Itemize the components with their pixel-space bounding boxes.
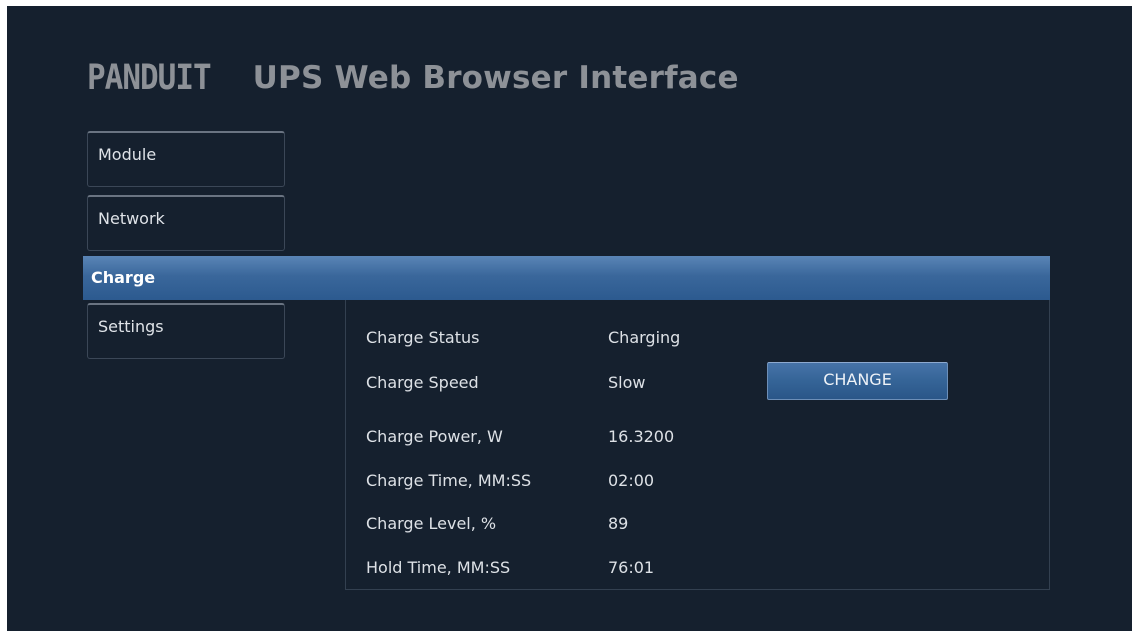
tab-module[interactable]: Module bbox=[87, 131, 285, 187]
charge-power-value: 16.3200 bbox=[608, 427, 675, 446]
tab-module-label: Module bbox=[98, 145, 157, 164]
header: PANDUIT UPS Web Browser Interface bbox=[87, 58, 739, 98]
change-button[interactable]: CHANGE bbox=[767, 362, 948, 400]
tab-network[interactable]: Network bbox=[87, 195, 285, 251]
hold-time-value: 76:01 bbox=[608, 558, 655, 577]
tab-charge-label: Charge bbox=[91, 268, 156, 287]
charge-power-label: Charge Power, W bbox=[366, 427, 503, 446]
charge-speed-value: Slow bbox=[608, 373, 646, 392]
tab-settings-label: Settings bbox=[98, 317, 164, 336]
charge-panel: Charge Status Charging Charge Speed Slow… bbox=[345, 300, 1050, 590]
charge-level-value: 89 bbox=[608, 514, 629, 533]
tab-settings[interactable]: Settings bbox=[87, 303, 285, 359]
charge-level-label: Charge Level, % bbox=[366, 514, 497, 533]
ups-interface: PANDUIT UPS Web Browser Interface Module… bbox=[7, 6, 1132, 631]
tab-charge[interactable]: Charge bbox=[83, 256, 1050, 300]
charge-status-label: Charge Status bbox=[366, 328, 480, 347]
page-title: UPS Web Browser Interface bbox=[252, 60, 739, 96]
charge-time-value: 02:00 bbox=[608, 471, 655, 490]
charge-status-value: Charging bbox=[608, 328, 681, 347]
panduit-logo: PANDUIT bbox=[87, 57, 212, 99]
charge-time-label: Charge Time, MM:SS bbox=[366, 471, 532, 490]
hold-time-label: Hold Time, MM:SS bbox=[366, 558, 511, 577]
charge-speed-label: Charge Speed bbox=[366, 373, 479, 392]
tab-network-label: Network bbox=[98, 209, 165, 228]
